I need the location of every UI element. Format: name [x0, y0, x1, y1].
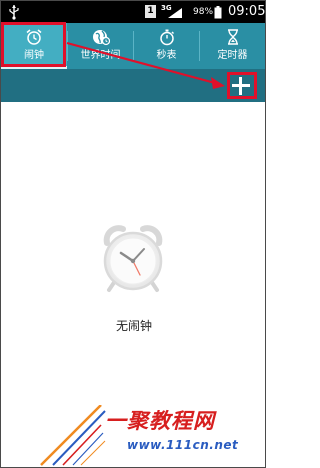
tab-highlight-box	[1, 22, 66, 67]
clock-time: 09:05	[228, 4, 266, 19]
tab-stopwatch[interactable]: 秒表	[134, 23, 199, 69]
stopwatch-icon	[159, 29, 174, 46]
add-button-highlight-box	[227, 72, 257, 99]
tab-world-time[interactable]: 世界时间	[68, 23, 133, 69]
signal-icon	[168, 8, 182, 18]
status-bar: 1 3G 98% 09:05	[1, 1, 265, 23]
usb-icon	[9, 5, 19, 20]
hourglass-icon	[227, 29, 238, 45]
alarm-clock-icon	[103, 225, 163, 292]
battery-icon	[214, 6, 222, 19]
watermark-title: 一聚教程网	[105, 408, 215, 433]
watermark-url: www.111cn.net	[127, 438, 239, 452]
battery-percent: 98%	[193, 7, 214, 17]
tab-world-time-label: 世界时间	[80, 50, 121, 61]
sim-icon: 1	[145, 5, 156, 18]
tab-timer[interactable]: 定时器	[200, 23, 265, 69]
action-bar	[1, 69, 265, 102]
screen: 1 3G 98% 09:05 闹钟 世界时间 秒表 定时器 无闹钟 一聚教程网 …	[0, 0, 266, 468]
globe-icon	[92, 30, 110, 46]
tab-timer-label: 定时器	[217, 50, 248, 61]
empty-state-text: 无闹钟	[115, 319, 152, 333]
tab-stopwatch-label: 秒表	[156, 50, 177, 61]
